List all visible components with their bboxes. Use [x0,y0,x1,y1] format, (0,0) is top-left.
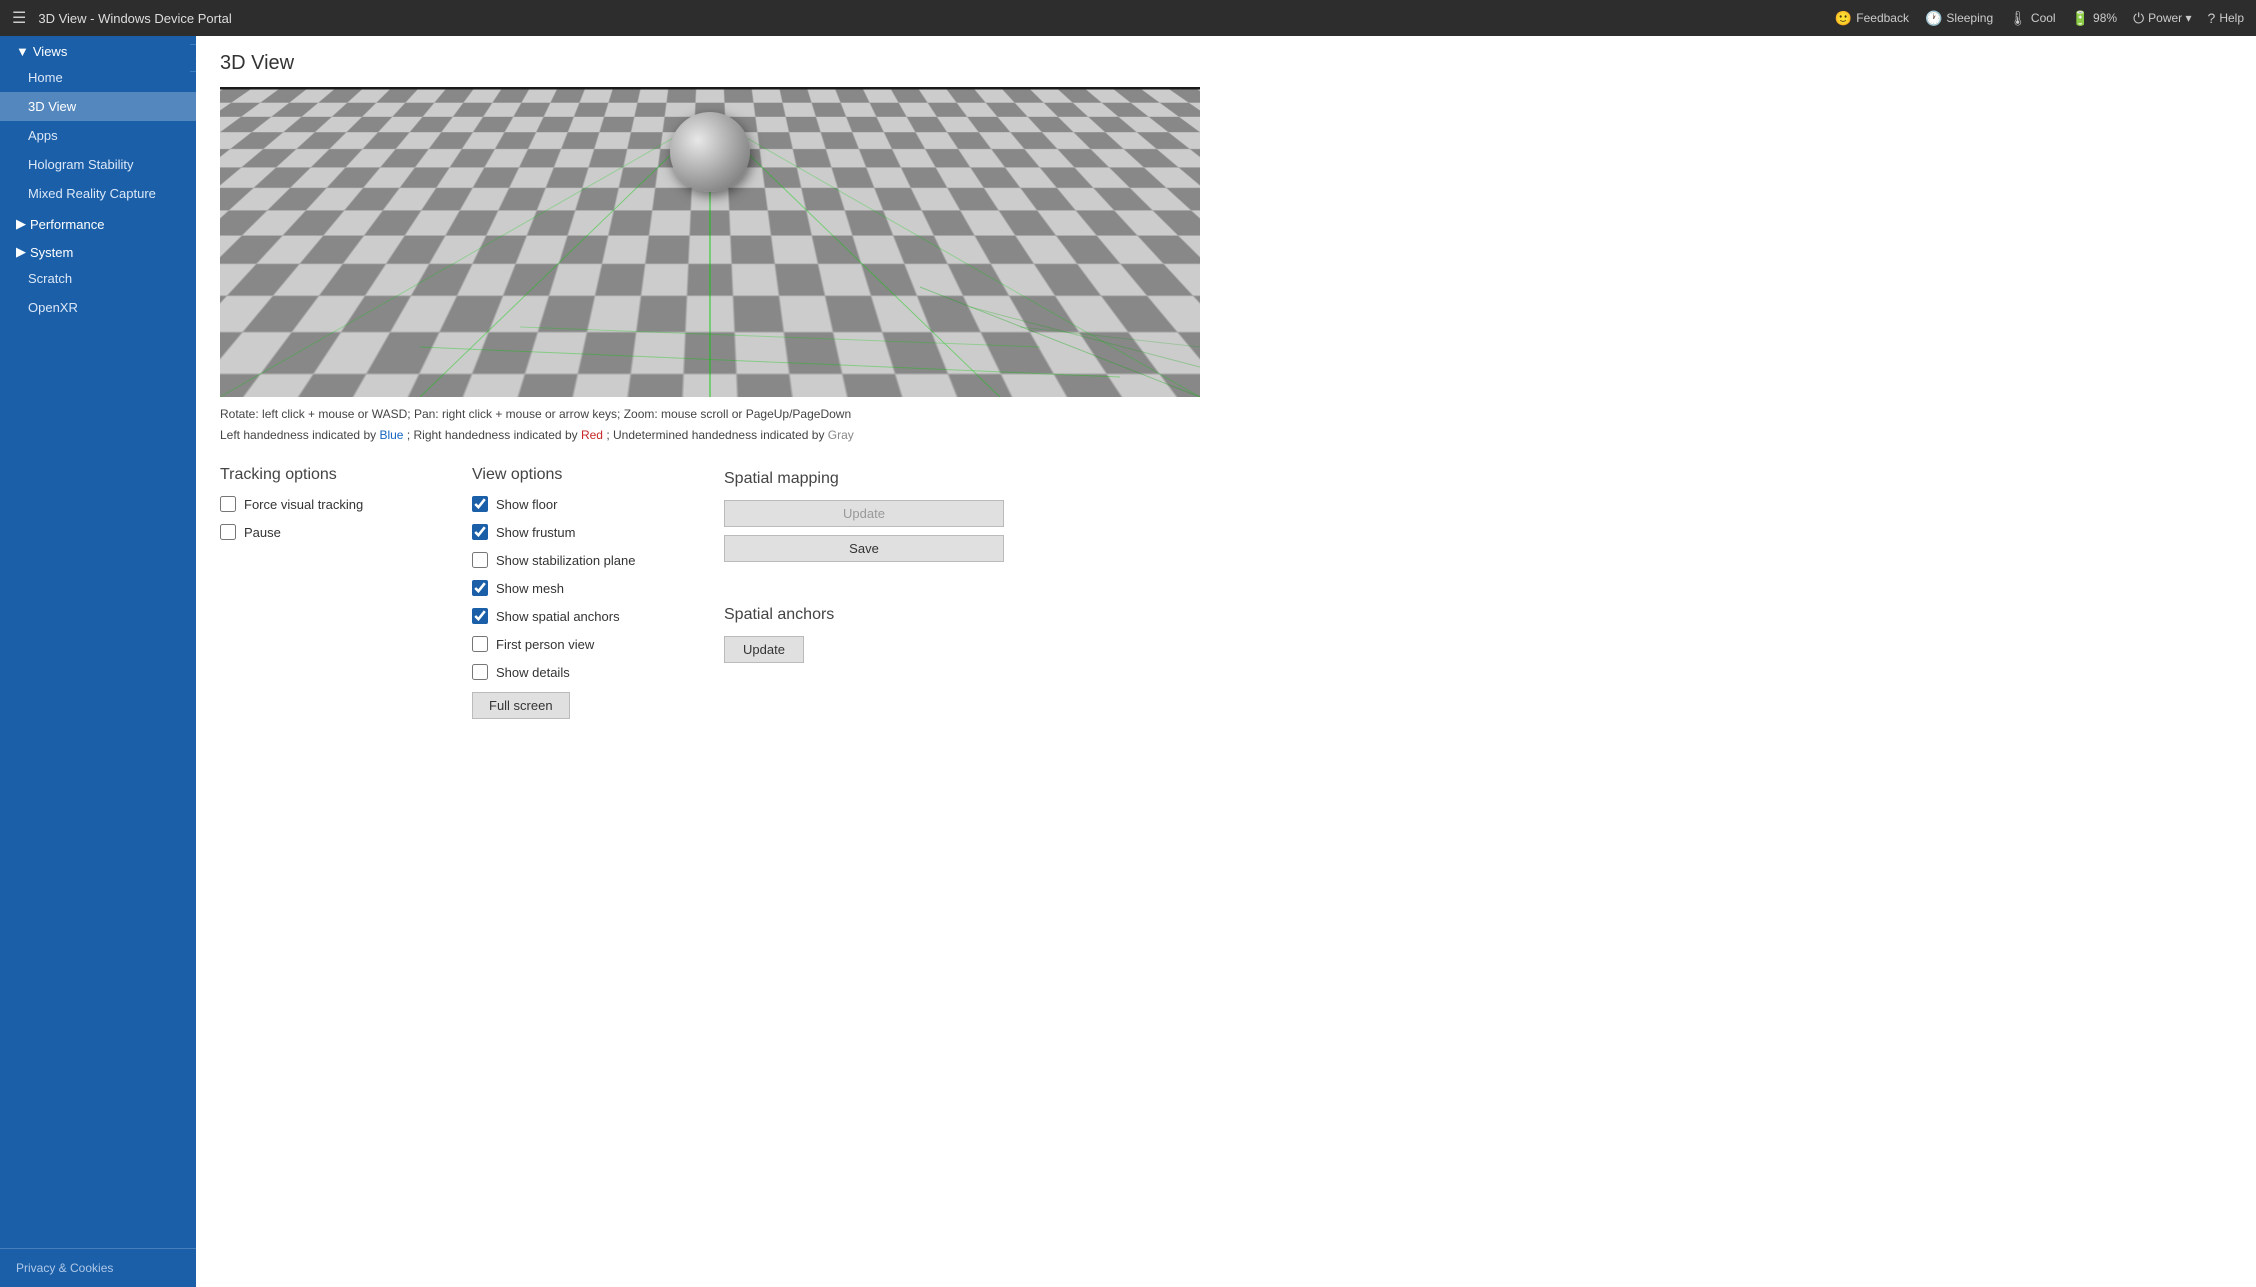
spatial-mapping-update-button[interactable]: Update [724,500,1004,527]
temp-status: 🌡 Cool [2009,10,2055,27]
performance-section-label: Performance [30,217,104,232]
pause-label: Pause [244,525,281,540]
show-stabilization-row: Show stabilization plane [472,552,692,568]
sidebar-item-mixed-reality-capture[interactable]: Mixed Reality Capture [0,179,196,208]
show-floor-label: Show floor [496,497,557,512]
spatial-anchors-heading: Spatial anchors [724,606,1004,624]
battery-label: 98% [2093,11,2117,25]
spatial-mapping-section: Spatial mapping Update Save [724,466,1004,570]
performance-arrow-icon: ▶ [16,216,26,232]
show-mesh-checkbox[interactable] [472,580,488,596]
thermometer-icon: 🌡 [2009,10,2027,27]
sidebar-item-scratch[interactable]: Scratch [0,264,196,293]
spatial-mapping-buttons: Update Save [724,500,1004,570]
show-frustum-label: Show frustum [496,525,575,540]
system-section-label: System [30,245,73,260]
sidebar-section-performance[interactable]: ▶ Performance [0,208,196,236]
hologram-sphere [670,112,750,192]
view-options-heading: View options [472,466,692,484]
rotate-instructions: Rotate: left click + mouse or WASD; Pan:… [220,405,2232,424]
status-bar: 🙂 Feedback 🕐 Sleeping 🌡 Cool 🔋 98% ⏻ Pow… [1835,10,2244,27]
sidebar-collapse-button[interactable]: ◀ [190,44,196,72]
spatial-anchors-section: Spatial anchors Update [724,602,1004,671]
power-label[interactable]: Power ▾ [2148,11,2191,25]
temp-label: Cool [2031,11,2056,25]
show-frustum-row: Show frustum [472,524,692,540]
force-visual-tracking-checkbox[interactable] [220,496,236,512]
show-mesh-label: Show mesh [496,581,564,596]
spatial-mapping-save-button[interactable]: Save [724,535,1004,562]
main-layout: ◀ ▼ Views Home 3D View Apps Hologram Sta… [0,36,2256,1287]
blue-handedness: Blue [379,428,403,442]
handedness-prefix: Left handedness indicated by [220,428,379,442]
power-icon: ⏻ [2133,10,2144,27]
help-icon: ? [2208,10,2216,26]
options-grid: Tracking options Force visual tracking P… [220,466,2232,727]
privacy-cookies-link[interactable]: Privacy & Cookies [0,1248,196,1287]
show-details-row: Show details [472,664,692,680]
spatial-sections-column: Spatial mapping Update Save Spatial anch… [724,466,1004,727]
sidebar-item-home[interactable]: Home [0,63,196,92]
views-arrow-icon: ▼ [16,44,29,59]
handedness-note: Left handedness indicated by Blue ; Righ… [220,428,2232,442]
handedness-mid2: ; Undetermined handedness indicated by [606,428,827,442]
power-button[interactable]: ⏻ Power ▾ [2133,10,2191,27]
sleeping-status: 🕐 Sleeping [1925,10,1993,27]
tracking-options-heading: Tracking options [220,466,440,484]
system-arrow-icon: ▶ [16,244,26,260]
show-frustum-checkbox[interactable] [472,524,488,540]
help-button[interactable]: ? Help [2208,10,2244,26]
3d-viewport[interactable] [220,87,1200,397]
battery-status: 🔋 98% [2072,10,2117,27]
first-person-view-row: First person view [472,636,692,652]
pause-row: Pause [220,524,440,540]
show-details-label: Show details [496,665,570,680]
page-title: 3D View [220,52,2232,75]
red-handedness: Red [581,428,603,442]
sleeping-label: Sleeping [1946,11,1993,25]
window-title: 3D View - Windows Device Portal [38,11,1834,26]
show-stabilization-checkbox[interactable] [472,552,488,568]
gray-handedness: Gray [828,428,854,442]
sidebar-section-views[interactable]: ▼ Views [0,36,196,63]
help-label[interactable]: Help [2219,11,2244,25]
tracking-options-section: Tracking options Force visual tracking P… [220,466,440,727]
battery-icon: 🔋 [2072,10,2089,27]
force-visual-tracking-label: Force visual tracking [244,497,363,512]
spatial-anchors-update-button[interactable]: Update [724,636,804,663]
first-person-view-label: First person view [496,637,594,652]
show-spatial-anchors-label: Show spatial anchors [496,609,620,624]
show-spatial-anchors-row: Show spatial anchors [472,608,692,624]
force-visual-tracking-row: Force visual tracking [220,496,440,512]
sidebar: ◀ ▼ Views Home 3D View Apps Hologram Sta… [0,36,196,1287]
views-section-label: Views [33,44,67,59]
titlebar: ☰ 3D View - Windows Device Portal 🙂 Feed… [0,0,2256,36]
fullscreen-button[interactable]: Full screen [472,692,570,719]
hamburger-menu[interactable]: ☰ [12,8,26,28]
sidebar-item-openxr[interactable]: OpenXR [0,293,196,322]
main-content: 3D View Rotate: le [196,36,2256,1287]
sidebar-item-apps[interactable]: Apps [0,121,196,150]
sidebar-item-hologram-stability[interactable]: Hologram Stability [0,150,196,179]
first-person-view-checkbox[interactable] [472,636,488,652]
show-stabilization-label: Show stabilization plane [496,553,635,568]
sidebar-section-system[interactable]: ▶ System [0,236,196,264]
show-spatial-anchors-checkbox[interactable] [472,608,488,624]
view-options-section: View options Show floor Show frustum Sho… [472,466,692,727]
pause-checkbox[interactable] [220,524,236,540]
feedback-label[interactable]: Feedback [1856,11,1909,25]
feedback-status[interactable]: 🙂 Feedback [1835,10,1909,27]
show-floor-checkbox[interactable] [472,496,488,512]
show-details-checkbox[interactable] [472,664,488,680]
spatial-mapping-heading: Spatial mapping [724,470,1004,488]
feedback-icon: 🙂 [1835,10,1852,27]
show-mesh-row: Show mesh [472,580,692,596]
sleeping-icon: 🕐 [1925,10,1942,27]
sidebar-item-3dview[interactable]: 3D View [0,92,196,121]
handedness-mid1: ; Right handedness indicated by [407,428,581,442]
show-floor-row: Show floor [472,496,692,512]
